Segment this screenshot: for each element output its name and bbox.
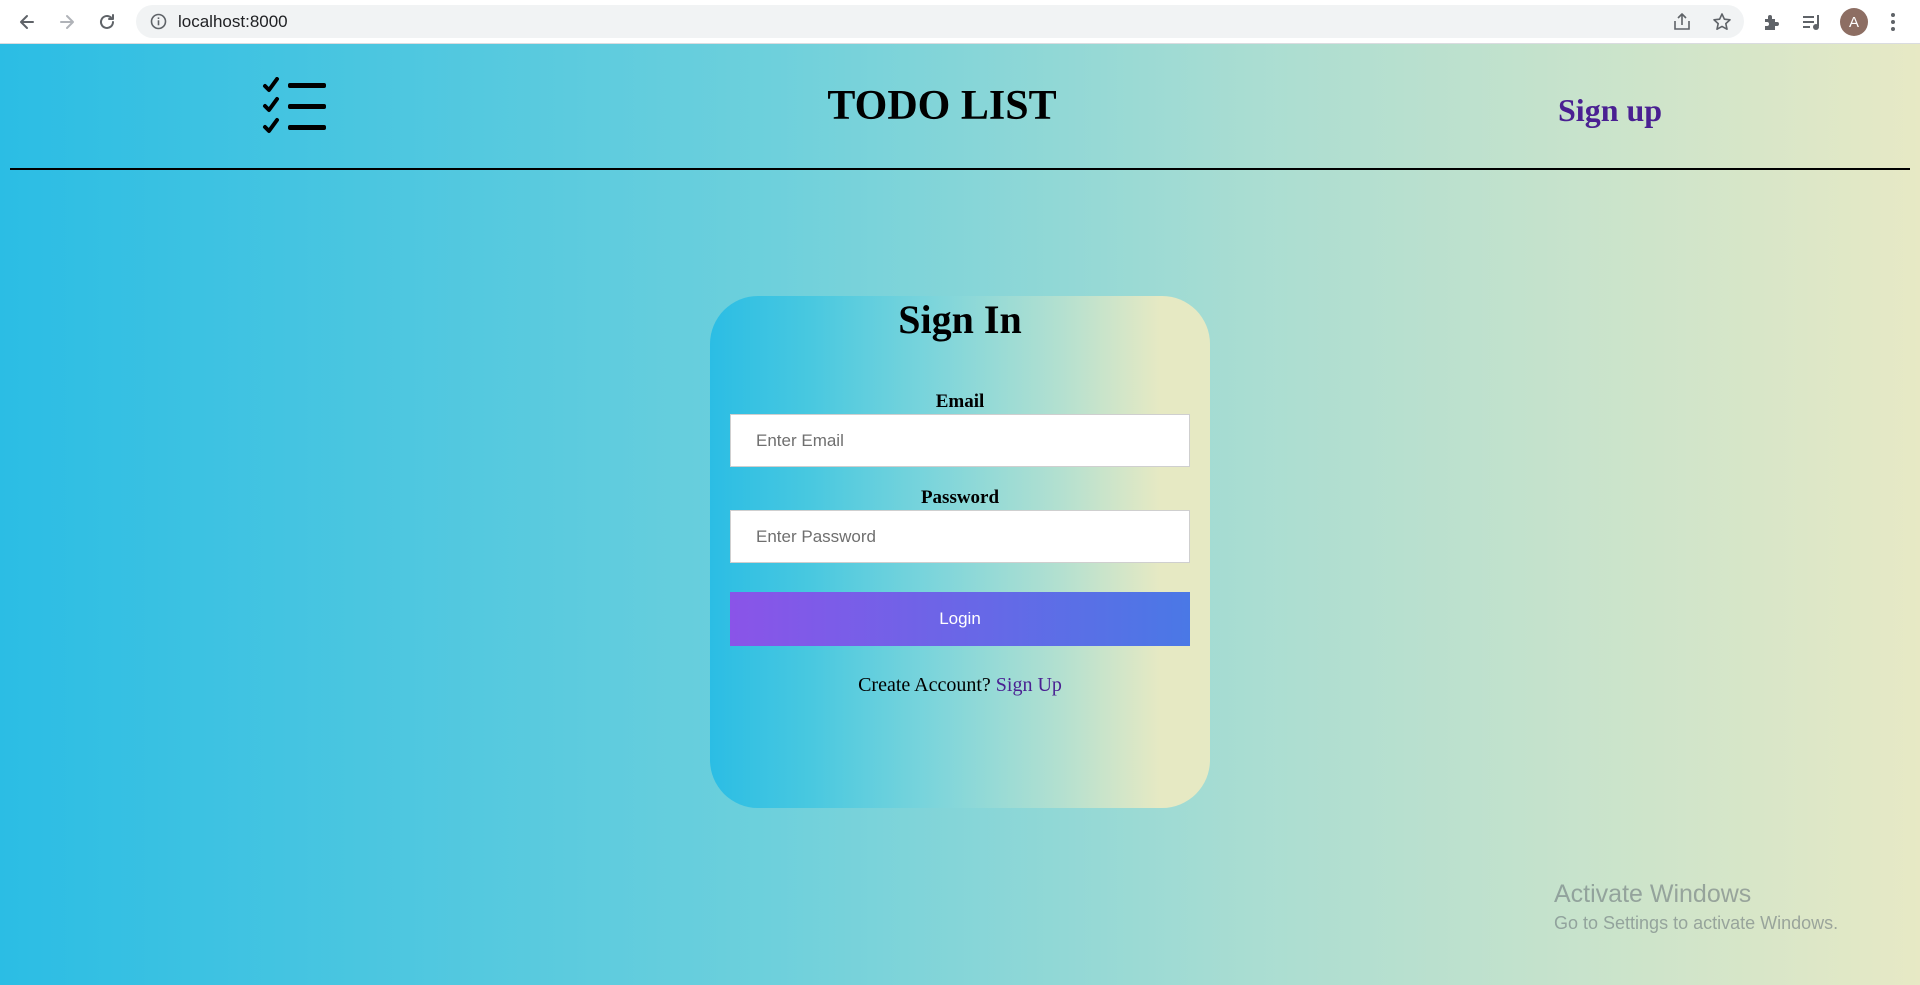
url-text: localhost:8000 [178,12,288,31]
share-icon[interactable] [1672,12,1692,32]
header-signup-link[interactable]: Sign up [1558,92,1662,129]
reload-icon[interactable] [93,8,121,36]
watermark-title: Activate Windows [1554,880,1752,908]
create-account-signup-link[interactable]: Sign Up [996,674,1062,696]
email-label: Email [935,391,985,412]
reading-list-icon[interactable] [1801,11,1823,33]
profile-avatar[interactable]: A [1840,8,1868,36]
login-button[interactable]: Login [730,592,1190,646]
create-account-line: Create Account? Sign Up [710,674,1210,697]
create-account-text: Create Account? [858,674,996,696]
email-field[interactable] [730,414,1190,467]
back-icon[interactable] [13,8,41,36]
windows-activation-watermark: Activate Windows Go to Settings to activ… [1554,880,1838,934]
menu-icon[interactable] [1882,11,1904,33]
signin-card: Sign In Email Password Login Create Acco… [710,296,1210,808]
password-label: Password [920,487,1000,508]
watermark-subtitle: Go to Settings to activate Windows. [1554,913,1839,933]
header-divider [10,168,1910,170]
address-bar[interactable]: localhost:8000 [136,5,1744,38]
info-icon[interactable] [150,13,167,30]
star-icon[interactable] [1712,12,1732,32]
page-background: TODO LIST Sign up Sign In Email Password… [0,44,1920,985]
extensions-icon[interactable] [1761,11,1783,33]
password-field[interactable] [730,510,1190,563]
signin-title: Sign In [898,297,1022,342]
forward-icon[interactable] [53,8,81,36]
browser-toolbar: localhost:8000 A [0,0,1920,44]
